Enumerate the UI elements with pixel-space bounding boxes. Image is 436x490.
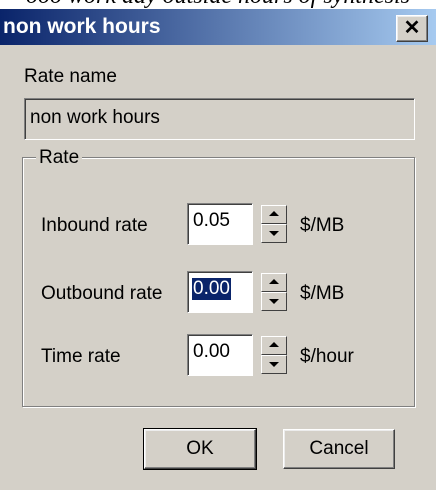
time-spin-down-button[interactable] bbox=[261, 355, 287, 374]
rate-group-label: Rate bbox=[36, 147, 83, 169]
time-spin-up-button[interactable] bbox=[261, 336, 287, 355]
inbound-spin-down-button[interactable] bbox=[261, 224, 287, 243]
arrow-up-icon bbox=[269, 279, 279, 284]
time-rate-input[interactable]: 0.00 bbox=[187, 334, 253, 376]
inbound-rate-spinner[interactable] bbox=[261, 205, 287, 243]
time-rate-value: 0.00 bbox=[193, 341, 230, 362]
outbound-rate-value: 0.00 bbox=[192, 278, 231, 300]
close-button[interactable]: ✕ bbox=[396, 15, 428, 42]
inbound-rate-value: 0.05 bbox=[193, 210, 230, 231]
outbound-rate-input[interactable]: 0.00 bbox=[187, 271, 253, 313]
rate-dialog: non work hours ✕ Rate name non work hour… bbox=[0, 9, 436, 490]
title-bar[interactable]: non work hours ✕ bbox=[0, 9, 436, 45]
rate-name-value: non work hours bbox=[30, 107, 160, 128]
arrow-up-icon bbox=[269, 342, 279, 347]
time-rate-unit: $/hour bbox=[300, 346, 354, 367]
rate-name-field[interactable]: non work hours bbox=[24, 98, 415, 140]
background-document-text: ooo work day outside hours of synthesis bbox=[0, 0, 436, 9]
arrow-down-icon bbox=[269, 362, 279, 367]
outbound-rate-label: Outbound rate bbox=[41, 283, 163, 304]
outbound-rate-spinner[interactable] bbox=[261, 273, 287, 311]
time-rate-spinner[interactable] bbox=[261, 336, 287, 374]
inbound-rate-unit: $/MB bbox=[300, 215, 345, 236]
inbound-rate-input[interactable]: 0.05 bbox=[187, 203, 253, 245]
arrow-down-icon bbox=[269, 231, 279, 236]
outbound-rate-unit: $/MB bbox=[300, 283, 345, 304]
cancel-button[interactable]: Cancel bbox=[283, 429, 395, 469]
close-icon: ✕ bbox=[403, 17, 421, 39]
inbound-spin-up-button[interactable] bbox=[261, 205, 287, 224]
window-title: non work hours bbox=[3, 15, 161, 38]
rate-name-label: Rate name bbox=[24, 66, 117, 87]
arrow-up-icon bbox=[269, 211, 279, 216]
outbound-spin-up-button[interactable] bbox=[261, 273, 287, 292]
outbound-spin-down-button[interactable] bbox=[261, 292, 287, 311]
inbound-rate-label: Inbound rate bbox=[41, 215, 148, 236]
time-rate-label: Time rate bbox=[41, 346, 121, 367]
arrow-down-icon bbox=[269, 299, 279, 304]
ok-button[interactable]: OK bbox=[143, 428, 257, 470]
